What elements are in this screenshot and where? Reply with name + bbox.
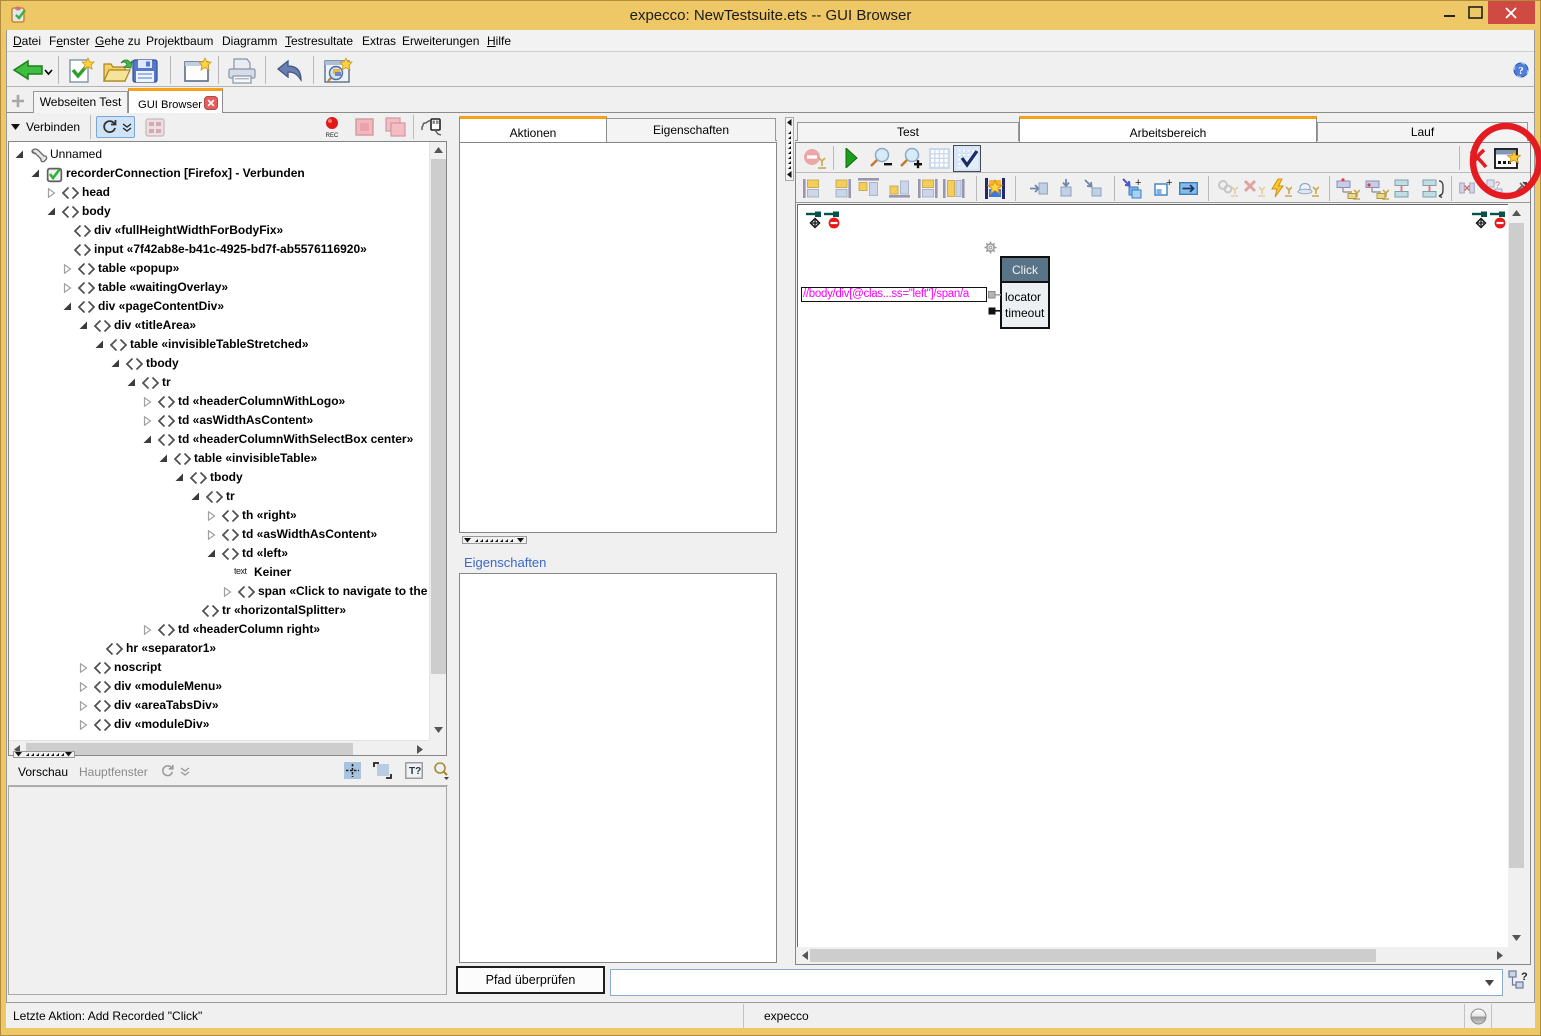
svg-text:?: ?: [1521, 971, 1528, 983]
svg-text:?: ?: [1495, 180, 1500, 190]
svg-text:T?: T?: [409, 766, 421, 777]
svg-text:?: ?: [1518, 65, 1524, 77]
svg-text:REC: REC: [326, 133, 339, 139]
